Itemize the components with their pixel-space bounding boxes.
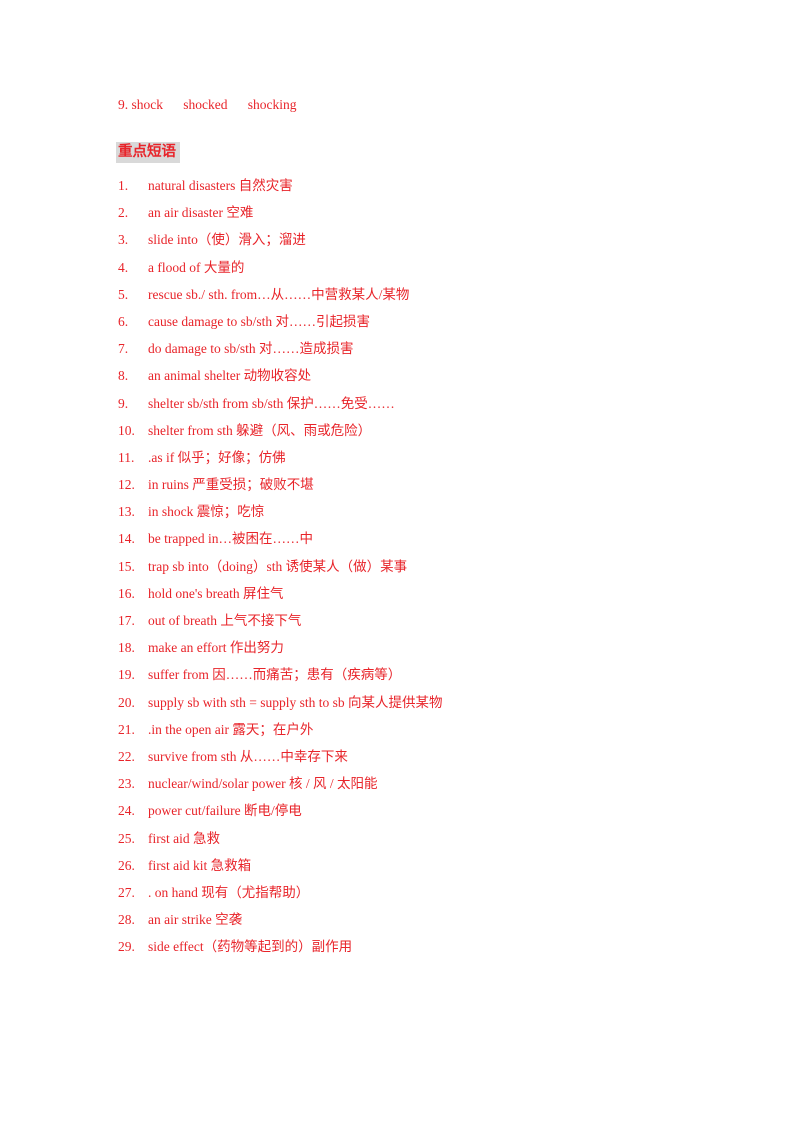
- list-item-number: 6.: [118, 313, 129, 329]
- list-item: 22. survive from sth 从……中幸存下来: [118, 743, 718, 770]
- list-item-text: cause damage to sb/sth 对……引起损害: [148, 313, 370, 329]
- list-item-text: out of breath 上气不接下气: [148, 613, 302, 628]
- list-item-text: power cut/failure 断电/停电: [148, 803, 302, 819]
- list-item-number: 9.: [118, 395, 129, 411]
- list-item: 2. an air disaster 空难: [118, 199, 718, 226]
- list-item-number: 22.: [118, 748, 135, 764]
- list-item-text: shelter from sth 躲避（风、雨或危险）: [148, 422, 372, 438]
- list-item-number: 23.: [118, 776, 135, 792]
- list-item-text: do damage to sb/sth 对……造成损害: [148, 341, 354, 357]
- list-item-number: 3.: [118, 232, 129, 248]
- list-item-number: 15.: [118, 558, 135, 574]
- list-item: 7. do damage to sb/sth 对……造成损害: [118, 335, 718, 362]
- list-item-number: 18.: [118, 640, 135, 656]
- list-item-text: make an effort 作出努力: [148, 640, 284, 656]
- list-item: 29. side effect（药物等起到的）副作用: [118, 933, 718, 960]
- list-item-number: 13.: [118, 504, 135, 520]
- list-item-text: first aid kit 急救箱: [148, 857, 252, 873]
- list-item-number: 12.: [118, 477, 135, 493]
- list-item: 15. trap sb into（doing）sth 诱使某人（做）某事: [118, 553, 718, 580]
- list-item: 10. shelter from sth 躲避（风、雨或危险）: [118, 417, 718, 444]
- list-item-text: in ruins 严重受损；破败不堪: [148, 477, 314, 493]
- list-item: 18. make an effort 作出努力: [118, 634, 718, 661]
- list-item-number: 16.: [118, 585, 135, 601]
- list-item: 11. .as if 似乎；好像；仿佛: [118, 444, 718, 471]
- list-item-text: . on hand 现有（尤指帮助）: [148, 884, 310, 900]
- list-item-text: side effect（药物等起到的）副作用: [148, 939, 353, 955]
- previous-section-last-line: 9. shock shocked shocking: [118, 97, 297, 112]
- list-item: 16. hold one's breath 屏住气: [118, 580, 718, 607]
- list-item-number: 1.: [118, 178, 129, 193]
- list-item-text: an air strike 空袭: [148, 912, 243, 928]
- list-item-text: suffer from 因……而痛苦；患有（疾病等）: [148, 667, 402, 683]
- list-item: 28. an air strike 空袭: [118, 906, 718, 933]
- list-item-number: 24.: [118, 803, 135, 819]
- list-item: 9. shelter sb/sth from sb/sth 保护……免受……: [118, 390, 718, 417]
- list-item: 25. first aid 急救: [118, 825, 718, 852]
- list-item-text: an animal shelter 动物收容处: [148, 368, 312, 384]
- list-item: 4. a flood of 大量的: [118, 254, 718, 281]
- list-item-number: 19.: [118, 667, 135, 683]
- list-item-number: 7.: [118, 341, 129, 357]
- list-item-number: 25.: [118, 830, 135, 846]
- list-item-number: 8.: [118, 368, 129, 384]
- list-item: 27. . on hand 现有（尤指帮助）: [118, 879, 718, 906]
- list-item-text: first aid 急救: [148, 830, 220, 846]
- list-item: 3. slide into（使）滑入；溜进: [118, 226, 718, 253]
- section-heading-key-phrases: 重点短语: [116, 142, 180, 163]
- list-item-text: be trapped in…被困在……中: [148, 531, 313, 547]
- list-item-number: 2.: [118, 205, 129, 221]
- list-item-number: 14.: [118, 531, 135, 547]
- list-item-number: 21.: [118, 721, 135, 737]
- list-item-text: survive from sth 从……中幸存下来: [148, 748, 348, 764]
- list-item: 20. supply sb with sth = supply sth to sb…: [118, 689, 718, 716]
- list-item-text: an air disaster 空难: [148, 205, 254, 221]
- list-item: 8. an animal shelter 动物收容处: [118, 362, 718, 389]
- list-item-text: a flood of 大量的: [148, 259, 245, 275]
- list-item-number: 29.: [118, 939, 135, 955]
- list-item-text: supply sb with sth = supply sth to sb 向某…: [148, 694, 443, 710]
- list-item-number: 11.: [118, 449, 135, 465]
- list-item: 14. be trapped in…被困在……中: [118, 525, 718, 552]
- key-phrases-list: 1. natural disasters 自然灾害 2. an air disaste…: [118, 172, 718, 960]
- list-item: 13. in shock 震惊；吃惊: [118, 498, 718, 525]
- list-item-text: hold one's breath 屏住气: [148, 585, 284, 601]
- list-item: 17. out of breath 上气不接下气: [118, 607, 718, 634]
- list-item-text: slide into（使）滑入；溜进: [148, 232, 306, 248]
- list-item-text: trap sb into（doing）sth 诱使某人（做）某事: [148, 558, 408, 574]
- list-item-text: shelter sb/sth from sb/sth 保护……免受……: [148, 395, 395, 411]
- list-item-text: natural disasters 自然灾害: [148, 178, 293, 193]
- list-item: 26. first aid kit 急救箱: [118, 852, 718, 879]
- list-item-number: 10.: [118, 422, 135, 438]
- list-item-number: 26.: [118, 857, 135, 873]
- list-item-number: 17.: [118, 613, 135, 628]
- list-item-number: 28.: [118, 912, 135, 928]
- list-item: 21. .in the open air 露天；在户外: [118, 716, 718, 743]
- list-item-text: .in the open air 露天；在户外: [148, 721, 314, 737]
- list-item-text: .as if 似乎；好像；仿佛: [148, 449, 286, 465]
- list-item-text: in shock 震惊；吃惊: [148, 504, 265, 520]
- list-item-number: 5.: [118, 286, 129, 302]
- list-item: 23. nuclear/wind/solar power 核 / 风 / 太阳能: [118, 770, 718, 797]
- list-item-text: rescue sb./ sth. from…从……中营救某人/某物: [148, 286, 410, 302]
- list-item: 6. cause damage to sb/sth 对……引起损害: [118, 308, 718, 335]
- list-item: 12. in ruins 严重受损；破败不堪: [118, 471, 718, 498]
- list-item: 24. power cut/failure 断电/停电: [118, 797, 718, 824]
- list-item-number: 20.: [118, 694, 135, 710]
- document-page: 9. shock shocked shocking 重点短语 1. natural…: [0, 0, 794, 1123]
- list-item: 19. suffer from 因……而痛苦；患有（疾病等）: [118, 661, 718, 688]
- list-item-number: 27.: [118, 884, 135, 900]
- list-item: 5. rescue sb./ sth. from…从……中营救某人/某物: [118, 281, 718, 308]
- list-item: 1. natural disasters 自然灾害: [118, 172, 718, 199]
- list-item-text: nuclear/wind/solar power 核 / 风 / 太阳能: [148, 776, 378, 792]
- list-item-number: 4.: [118, 259, 129, 275]
